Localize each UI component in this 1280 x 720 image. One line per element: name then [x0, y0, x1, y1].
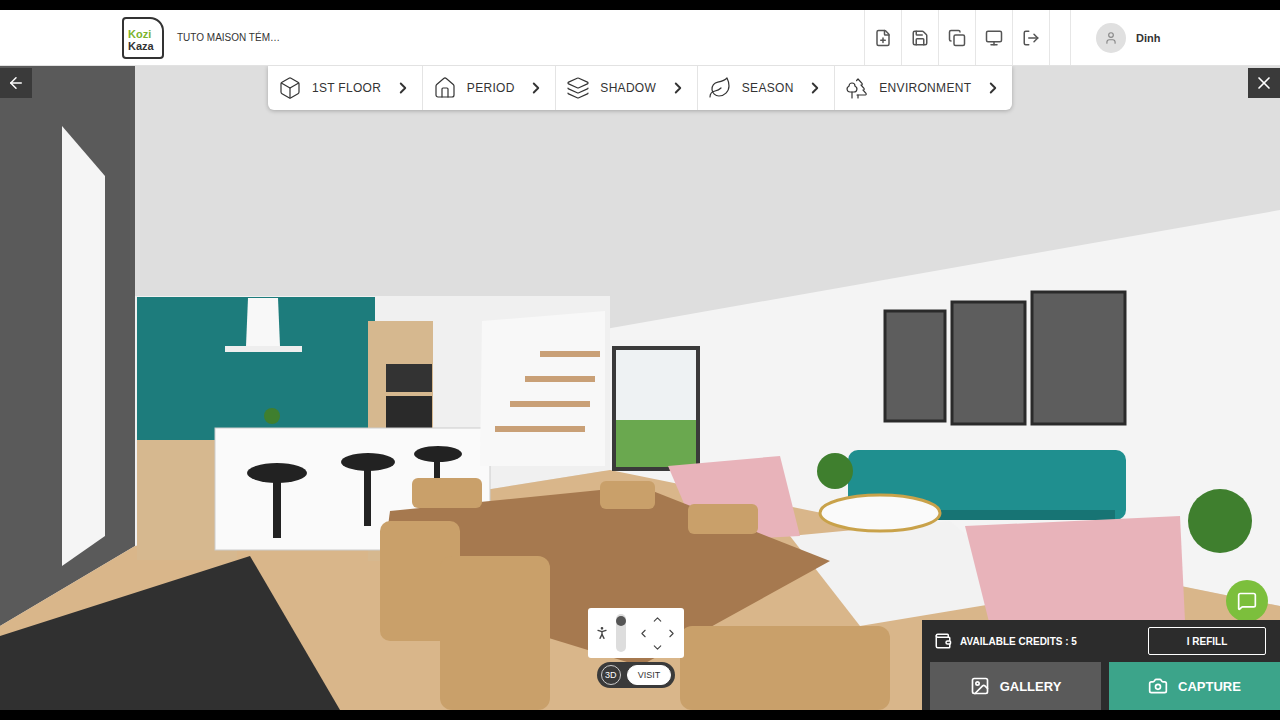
arrow-up-icon[interactable]	[651, 613, 664, 626]
arrow-left-icon[interactable]	[637, 627, 650, 640]
view-mode-button[interactable]: VISIT	[627, 665, 672, 685]
toolbar-item[interactable]: 1ST FLOOR	[268, 66, 423, 110]
period-icon	[433, 76, 457, 100]
toolbar-item[interactable]: SHADOW	[556, 66, 697, 110]
arrow-pad	[636, 612, 678, 654]
height-slider[interactable]	[616, 614, 626, 652]
monitor-icon	[985, 29, 1003, 47]
image-icon	[970, 676, 990, 696]
chevron-right-icon	[669, 79, 687, 97]
chevron-right-icon	[394, 79, 412, 97]
avatar	[1096, 23, 1126, 53]
duplicate-button[interactable]	[939, 10, 976, 65]
arrow-right-icon[interactable]	[665, 627, 678, 640]
copy-icon	[948, 29, 966, 47]
user-icon	[1104, 31, 1118, 45]
toolbar-item[interactable]: ENVIRONMENT	[835, 66, 1012, 110]
save-icon	[911, 29, 929, 47]
close-button[interactable]	[1248, 68, 1280, 98]
camera-icon	[1148, 676, 1168, 696]
credits-label: AVAILABLE CREDITS : 5	[960, 636, 1140, 647]
logo[interactable]: KoziKaza	[122, 17, 164, 59]
logout-icon	[1022, 29, 1040, 47]
floor-icon	[278, 76, 302, 100]
close-icon	[1254, 73, 1274, 93]
capture-panel: AVAILABLE CREDITS : 5 I REFILL GALLERYCAPT…	[922, 620, 1280, 710]
file-actions	[864, 10, 1050, 65]
person-icon[interactable]	[594, 623, 610, 643]
shadow-icon	[566, 76, 590, 100]
user-menu[interactable]: Dinh	[1070, 10, 1280, 65]
chevron-right-icon	[527, 79, 545, 97]
header: KoziKaza TUTO MAISON TÉM… Dinh	[0, 10, 1280, 66]
chat-icon	[1237, 591, 1257, 611]
viewport-3d: 1ST FLOORPERIODSHADOWSEASONENVIRONMENT 3D…	[0, 66, 1280, 710]
letterbox-top	[0, 0, 1280, 10]
toolbar-item[interactable]: SEASON	[698, 66, 836, 110]
credits-row: AVAILABLE CREDITS : 5 I REFILL	[922, 620, 1280, 662]
gallery-button[interactable]: GALLERY	[930, 662, 1101, 710]
view-mode-switch: 3D VISIT	[597, 662, 676, 688]
arrow-left-icon	[7, 74, 25, 92]
project-title: TUTO MAISON TÉM…	[177, 32, 280, 43]
view-mode-button[interactable]: 3D	[601, 665, 621, 685]
back-button[interactable]	[0, 68, 32, 98]
app-window: KoziKaza TUTO MAISON TÉM… Dinh 1ST FLOORPER…	[0, 0, 1280, 720]
navigation-widget: 3D VISIT	[588, 608, 684, 688]
view-toolbar: 1ST FLOORPERIODSHADOWSEASONENVIRONMENT	[268, 66, 1012, 110]
toolbar-item[interactable]: PERIOD	[423, 66, 556, 110]
environment-icon	[845, 76, 869, 100]
chevron-right-icon	[984, 79, 1002, 97]
chevron-right-icon	[806, 79, 824, 97]
navigation-pad	[588, 608, 684, 658]
wallet-icon	[934, 632, 952, 650]
letterbox-bottom	[0, 710, 1280, 720]
refill-button[interactable]: I REFILL	[1148, 627, 1266, 655]
user-name: Dinh	[1136, 32, 1160, 44]
capture-button[interactable]: CAPTURE	[1109, 662, 1280, 710]
action-row: GALLERYCAPTURE	[922, 662, 1280, 710]
season-icon	[708, 76, 732, 100]
new-button[interactable]	[865, 10, 902, 65]
arrow-down-icon[interactable]	[651, 641, 664, 654]
file-plus-icon	[874, 29, 892, 47]
present-button[interactable]	[976, 10, 1013, 65]
exit-button[interactable]	[1013, 10, 1050, 65]
chat-button[interactable]	[1226, 580, 1268, 622]
save-button[interactable]	[902, 10, 939, 65]
